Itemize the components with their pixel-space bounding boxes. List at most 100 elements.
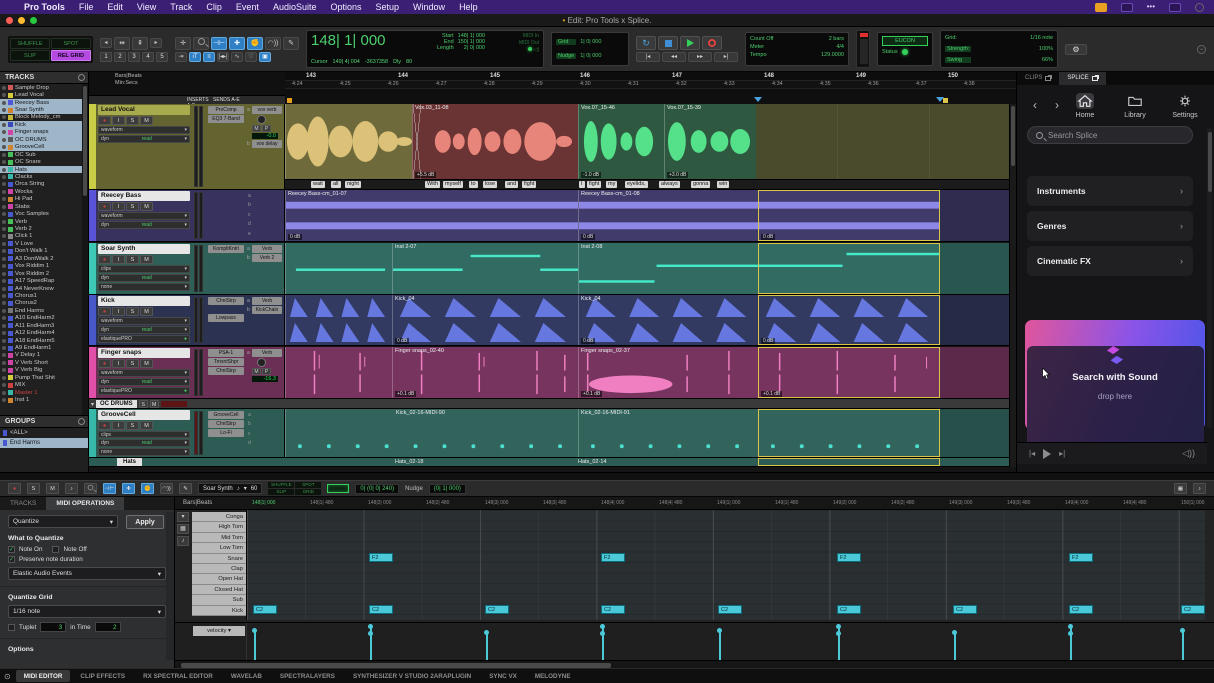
record-enable-button[interactable]: ● (98, 307, 111, 316)
note-on-checkbox[interactable]: ✓ (8, 546, 15, 553)
track-list-item[interactable]: A12 EndHarm4 (0, 329, 82, 336)
track-list-item[interactable]: Lead Vocal (0, 91, 82, 98)
send-pan-knob[interactable] (257, 115, 266, 124)
zoom-horizontal-icon[interactable]: ⇹ (114, 37, 130, 50)
bottom-window-tab[interactable]: SPECTRALAYERS (272, 670, 343, 682)
solo-button[interactable]: S (27, 483, 40, 494)
track-show-icon[interactable] (2, 324, 6, 328)
solo-button[interactable]: S (126, 116, 139, 125)
track-list-item[interactable]: Click 1 (0, 233, 82, 240)
record-enable-button[interactable]: ● (98, 359, 111, 368)
track-lane-reecey-bass[interactable]: Reecey Bass-cm_01-07 0 dB Reecey Bass-cm… (285, 190, 1016, 242)
lyric-marker[interactable]: my (606, 181, 617, 188)
bottom-window-tab[interactable]: WAVELAB (223, 670, 270, 682)
group-list-item[interactable]: End Harms (0, 438, 88, 448)
track-list-item[interactable]: Orca String (0, 181, 82, 188)
automation-mode-selector[interactable]: dynread▾ (98, 274, 190, 282)
send-assignment[interactable]: Verb (252, 349, 282, 357)
track-header-groovecell[interactable]: GrooveCell ● I S M clips▾ dynread▾ none▾ (89, 409, 285, 458)
track-list-item[interactable]: Chorus1 (0, 292, 82, 299)
velocity-stem[interactable] (1070, 626, 1072, 660)
track-list-item[interactable]: Chorus2 (0, 300, 82, 307)
track-name[interactable]: GrooveCell (98, 410, 190, 420)
input-monitor-button[interactable]: I (112, 116, 125, 125)
scrubber-tool-icon[interactable]: ◠)) (160, 483, 173, 494)
track-list-item[interactable]: A10 EndHarm2 (0, 315, 82, 322)
clip-gain-badge[interactable]: 0 dB (395, 338, 409, 344)
battery-icon[interactable] (1169, 3, 1181, 12)
solo-button[interactable]: S (126, 359, 139, 368)
track-list-item[interactable]: Verb 2 (0, 225, 82, 232)
send-pan-knob[interactable] (257, 358, 266, 367)
track-list-item[interactable]: MIX (0, 382, 82, 389)
track-list-item[interactable]: Voc Samples (0, 210, 82, 217)
track-show-icon[interactable] (2, 160, 6, 164)
track-list-item[interactable]: End Harms (0, 307, 82, 314)
audio-clip[interactable]: Reecey Bass-cm_01-08 0 dB (578, 190, 758, 241)
track-list-item[interactable]: OC DRUMS (0, 136, 82, 143)
tab-splice[interactable]: SPLICE (1059, 72, 1105, 85)
track-show-icon[interactable] (2, 234, 6, 238)
clip-gain-badge[interactable]: +0.1 dB (395, 391, 416, 397)
input-monitor-button[interactable]: I (112, 202, 125, 211)
zoom-preset-button[interactable]: 1 (100, 52, 112, 62)
drum-lane-label[interactable]: Conga (192, 512, 246, 522)
lyric-marker[interactable]: lose (483, 181, 497, 188)
crossfade-icon[interactable] (413, 104, 421, 179)
track-show-icon[interactable] (2, 197, 6, 201)
track-name[interactable]: Hats (117, 458, 142, 466)
menu-clip[interactable]: Clip (206, 2, 222, 12)
track-view-selector[interactable]: waveform▾ (98, 126, 190, 134)
meter-value[interactable]: 4/4 (836, 43, 844, 51)
notation-view-icon[interactable]: ♪ (65, 483, 78, 494)
grabber-tool-icon[interactable]: ✊ (247, 37, 263, 50)
splice-category-row[interactable]: Instruments› (1027, 176, 1193, 206)
tuplet-count-field[interactable]: 3 (40, 622, 66, 632)
audio-clip[interactable]: Finger snaps_02-37 +0.1 dB (578, 347, 758, 398)
insert-plugin[interactable]: GrooveCell (208, 411, 244, 419)
bars-beats-ruler-label[interactable]: Bars|Beats (89, 72, 285, 79)
lyric-marker[interactable]: all (331, 181, 341, 188)
automation-mode-selector[interactable]: dynread▾ (98, 326, 190, 334)
midi-note[interactable]: C2 (953, 605, 977, 614)
midi-horizontal-scrollbar[interactable] (175, 660, 1214, 668)
track-header-kick[interactable]: Kick ● I S M waveform▾ dynread▾ elastiqu… (89, 295, 285, 346)
drum-lane-label[interactable]: Open Hat (192, 574, 246, 584)
splice-category-row[interactable]: Cinematic FX› (1027, 246, 1193, 276)
track-show-icon[interactable] (2, 190, 6, 194)
strength-label[interactable]: Strength: (945, 46, 971, 52)
track-list-item[interactable]: Reecey Bass (0, 99, 82, 106)
clip-gain-badge[interactable]: 0 dB (581, 234, 595, 240)
timeline-vertical-scrollbar[interactable] (1009, 104, 1016, 467)
strength-value[interactable]: 100% (977, 46, 1053, 52)
zoom-preset-button[interactable]: 4 (142, 52, 154, 62)
midi-nudge-value[interactable]: (0| 1| 000) (429, 484, 466, 494)
bottom-window-tab[interactable]: MELODYNE (527, 670, 579, 682)
record-enable-button[interactable]: ● (98, 202, 111, 211)
zoom-vertical-icon[interactable]: ⇞ (132, 37, 148, 50)
track-list-item[interactable]: Sample Drop (0, 84, 82, 91)
midi-editor-mode-button[interactable]: SHUFFLE (268, 482, 294, 488)
selector-tool-icon[interactable]: ✚ (229, 37, 245, 50)
track-list-item[interactable]: OC Sub (0, 151, 82, 158)
edit-mode-button[interactable]: SHUFFLE (10, 38, 50, 49)
insert-plugin[interactable]: ChnlStrp (208, 367, 244, 375)
track-lane-finger-snaps[interactable]: Finger snaps_02-40 +0.1 dB Finger snaps_… (285, 347, 1016, 399)
track-show-icon[interactable] (2, 138, 6, 142)
audio-clip[interactable]: Reecey Bass-cm_01-07 0 dB (285, 190, 578, 241)
track-list-item[interactable]: Finger snaps (0, 129, 82, 136)
note-off-checkbox[interactable]: ✓ (52, 546, 59, 553)
midi-clip[interactable]: Inst 2-08 (578, 243, 758, 294)
lyric-marker[interactable]: eyelids, (625, 181, 648, 188)
mute-button[interactable]: M (140, 421, 153, 430)
track-list-item[interactable]: Soar Synth (0, 106, 82, 113)
velocity-stem[interactable] (370, 626, 372, 660)
ruler-bar-label[interactable]: 149 (856, 73, 866, 79)
velocity-stem[interactable] (954, 632, 956, 660)
velocity-stem[interactable] (719, 630, 721, 660)
grid-value-selector[interactable]: 1/16 note▾ (8, 605, 166, 618)
meter-label[interactable]: Meter (750, 43, 764, 51)
track-lane-groovecell[interactable]: Kick_02-16-MIDI-90 Kick_02-16-MIDI-91 (285, 409, 1016, 458)
insert-plugin[interactable]: ChnlStrp (208, 420, 244, 428)
splice-home-button[interactable]: Home (1065, 93, 1105, 119)
